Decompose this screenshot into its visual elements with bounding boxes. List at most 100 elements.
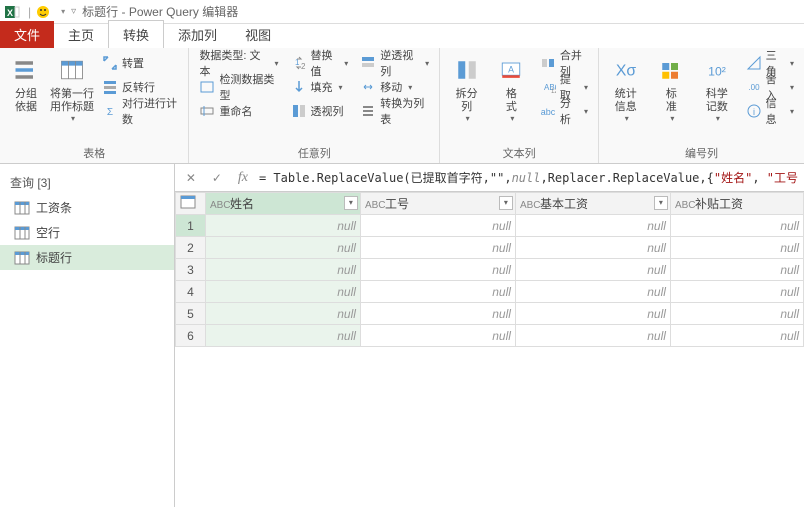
tab-view[interactable]: 视图 [231,21,285,48]
sci-icon: 10² [701,54,733,86]
cell[interactable]: null [360,281,515,303]
cell[interactable]: null [205,215,360,237]
row-number[interactable]: 1 [175,215,205,237]
cell[interactable]: null [205,303,360,325]
standard-button[interactable]: 标 准 [651,52,693,125]
query-item-0[interactable]: 工资条 [0,195,174,220]
cell[interactable]: null [360,237,515,259]
cell[interactable]: null [515,281,670,303]
group-label-textcol: 文本列 [446,143,592,161]
table-icon [180,195,196,209]
smiley-icon[interactable] [35,4,51,20]
cell[interactable]: null [515,259,670,281]
type-text-icon: ABC [365,200,381,211]
cell[interactable]: null [360,303,515,325]
column-filter-button[interactable]: ▾ [654,196,668,210]
to-list-button[interactable]: 转换为列表 [356,100,433,122]
replace-values-button[interactable]: 12替换值 [287,52,353,74]
move-icon [360,79,376,95]
table-icon [14,201,30,215]
tab-addcolumn[interactable]: 添加列 [164,21,231,48]
first-row-header-button[interactable]: 将第一行 用作标题 [50,52,94,125]
cell[interactable]: null [205,259,360,281]
qat-sep: | [28,5,31,19]
column-header-3[interactable]: ABC补贴工资 [670,193,803,215]
row-number[interactable]: 2 [175,237,205,259]
fx-icon[interactable]: fx [233,168,253,188]
split-column-button[interactable]: 拆分 列 [446,52,487,125]
cell[interactable]: null [670,215,803,237]
pivot-button[interactable]: 透视列 [287,100,353,122]
format-button[interactable]: A 格 式 [491,52,532,125]
formula-cancel-button[interactable]: ✕ [181,168,201,188]
query-item-1[interactable]: 空行 [0,220,174,245]
column-header-0[interactable]: ABC姓名▾ [205,193,360,215]
query-label: 标题行 [36,249,72,266]
column-header-1[interactable]: ABC工号▾ [360,193,515,215]
cell[interactable]: null [515,215,670,237]
rename-button[interactable]: 重命名 [195,100,282,122]
row-number[interactable]: 5 [175,303,205,325]
data-grid[interactable]: ABC姓名▾ ABC工号▾ ABC基本工资▾ ABC补贴工资 1nullnull… [175,192,804,507]
table-row[interactable]: 6nullnullnullnull [175,325,803,347]
cell[interactable]: null [670,259,803,281]
cell[interactable]: null [205,237,360,259]
group-label-table: 表格 [6,143,182,161]
qat-dropdown-icon[interactable]: ▾ [61,7,65,16]
cell[interactable]: null [515,325,670,347]
svg-text:A: A [509,65,515,75]
queries-pane: 查询 [3] 工资条 空行 标题行 [0,164,175,507]
trig-icon [746,55,762,71]
cell[interactable]: null [360,215,515,237]
column-filter-button[interactable]: ▾ [344,196,358,210]
column-filter-button[interactable]: ▾ [499,196,513,210]
formula-commit-button[interactable]: ✓ [207,168,227,188]
info-button[interactable]: i信息 [742,100,798,122]
column-header-2[interactable]: ABC基本工资▾ [515,193,670,215]
tab-file[interactable]: 文件 [0,21,54,48]
cell[interactable]: null [515,237,670,259]
table-row[interactable]: 1nullnullnullnull [175,215,803,237]
formula-text[interactable]: = Table.ReplaceValue(已提取首字符,"",null,Repl… [259,169,798,186]
row-number[interactable]: 3 [175,259,205,281]
cell[interactable]: null [360,325,515,347]
query-label: 工资条 [36,199,72,216]
grid-corner[interactable] [175,193,205,215]
extract-icon: ABC123 [540,79,556,95]
parse-button[interactable]: abc分析 [536,100,592,122]
stats-icon: Xσ [610,54,642,86]
groupby-button[interactable]: 分组 依据 [6,52,46,125]
count-rows-button[interactable]: Σ对行进行计数 [98,100,182,122]
table-row[interactable]: 5nullnullnullnull [175,303,803,325]
table-row[interactable]: 4nullnullnullnull [175,281,803,303]
cell[interactable]: null [205,325,360,347]
cell[interactable]: null [670,325,803,347]
row-number[interactable]: 4 [175,281,205,303]
svg-text:X: X [7,8,13,18]
statistics-button[interactable]: Xσ 统计 信息 [605,52,647,125]
groupby-icon [10,54,42,86]
table-row[interactable]: 3nullnullnullnull [175,259,803,281]
fill-button[interactable]: 填充 [287,76,353,98]
svg-text:10²: 10² [708,64,726,78]
transpose-icon [102,55,118,71]
svg-text:123: 123 [551,89,556,95]
detect-datatype-button[interactable]: 检测数据类型 [195,76,282,98]
cell[interactable]: null [670,281,803,303]
tab-transform[interactable]: 转换 [108,20,164,48]
qat-overflow-icon[interactable]: ▿ [71,6,76,17]
cell[interactable]: null [360,259,515,281]
transpose-button[interactable]: 转置 [98,52,182,74]
ribbon: 分组 依据 将第一行 用作标题 转置 反转行 Σ对行进行计数 表格 数据类型: … [0,48,804,164]
cell[interactable]: null [670,303,803,325]
query-item-2[interactable]: 标题行 [0,245,174,270]
row-number[interactable]: 6 [175,325,205,347]
tab-home[interactable]: 主页 [54,21,108,48]
cell[interactable]: null [515,303,670,325]
scientific-button[interactable]: 10² 科学 记数 [696,52,738,125]
unpivot-button[interactable]: 逆透视列 [356,52,433,74]
cell[interactable]: null [205,281,360,303]
table-row[interactable]: 2nullnullnullnull [175,237,803,259]
group-label-numcol: 编号列 [605,143,798,161]
cell[interactable]: null [670,237,803,259]
